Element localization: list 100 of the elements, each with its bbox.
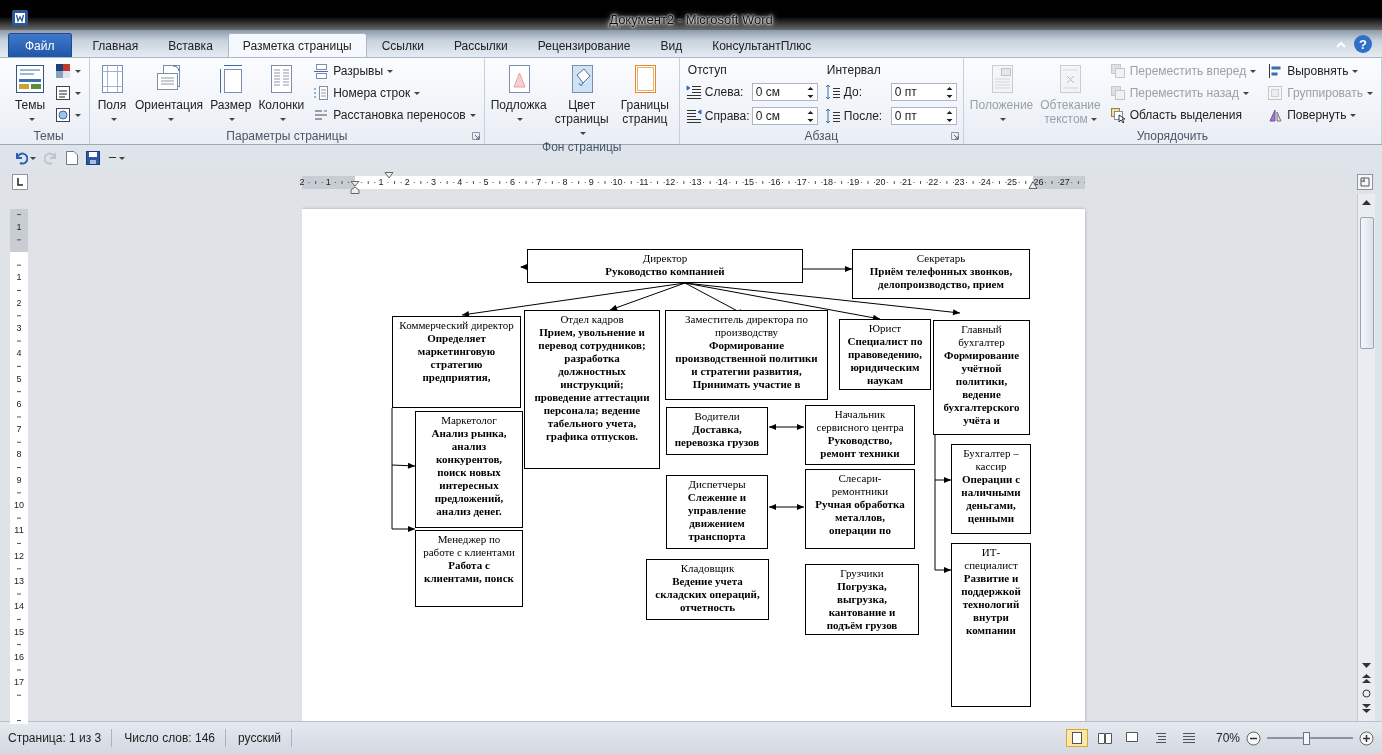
ribbon-button[interactable]: Размер: [208, 61, 254, 127]
ribbon-button[interactable]: Цвет страницы: [551, 61, 612, 140]
browse-object-icon[interactable]: [1362, 689, 1371, 698]
ribbon-tab[interactable]: Рецензирование: [522, 33, 646, 57]
rotate-icon: [1267, 107, 1284, 123]
spin-field[interactable]: 0 пт: [890, 107, 957, 125]
toolbar-button[interactable]: [84, 149, 102, 166]
caret-icon: [1367, 91, 1373, 95]
field-label: После:: [843, 109, 884, 123]
outline-icon: [1153, 732, 1168, 744]
ribbon-tab[interactable]: КонсультантПлюс: [697, 33, 827, 57]
view-button[interactable]: [1065, 729, 1088, 747]
ribbon-tab[interactable]: Рассылки: [438, 33, 523, 57]
ribbon-button[interactable]: Подложка: [488, 61, 549, 140]
box-description: Анализ рынка, анализ конкурентов, поиск новых интересных предложений, анализ денег.: [430, 427, 508, 518]
ribbon-button[interactable]: [53, 105, 83, 125]
ruler-number: 16: [770, 175, 781, 189]
vertical-scrollbar[interactable]: [1357, 194, 1375, 721]
layers-icon: [1109, 63, 1126, 79]
next-page-icon[interactable]: [1362, 704, 1371, 713]
ribbon-button[interactable]: Расстановка переносов: [311, 105, 478, 125]
ruler-number: 24: [980, 175, 991, 189]
ribbon-tab[interactable]: Вид: [645, 33, 698, 57]
ribbon-tab[interactable]: Вставка: [153, 33, 228, 57]
ruler-number: 12: [665, 175, 676, 189]
previous-page-icon[interactable]: [1362, 674, 1371, 683]
ribbon-button[interactable]: [53, 83, 83, 103]
zoom-in-icon[interactable]: [1359, 730, 1374, 746]
spin-field[interactable]: 0 см: [751, 83, 818, 101]
page-break-icon: [313, 63, 330, 79]
scroll-thumb[interactable]: [1359, 217, 1374, 349]
align-icon: [1267, 63, 1284, 79]
box-title: Директор: [642, 252, 688, 265]
spin-field[interactable]: 0 см: [751, 107, 818, 125]
ribbon-tab[interactable]: Файл: [8, 33, 72, 57]
print-layout-icon: [1069, 732, 1084, 744]
indent-marker-icon[interactable]: [350, 180, 360, 194]
box-description: Формирование учётной политики, ведение бухгалтерского учёта и: [942, 349, 1021, 427]
box-title: Кладовщик: [680, 562, 735, 575]
dialog-launcher-icon[interactable]: [471, 132, 480, 140]
ribbon-button[interactable]: Область выделения: [1107, 105, 1259, 125]
ribbon-tab[interactable]: Разметка страницы: [227, 33, 367, 57]
ruler-number: 1: [15, 271, 23, 284]
ribbon-button[interactable]: Темы: [12, 61, 48, 127]
ribbon-button[interactable]: Повернуть: [1265, 105, 1375, 125]
ruler-number: 2: [298, 175, 306, 189]
ruler-number: 10: [13, 499, 25, 511]
ribbon-button[interactable]: Ориентация: [133, 61, 206, 127]
ruler-number: 1: [324, 175, 332, 189]
caret-icon: [75, 113, 81, 117]
box-title: Диспетчеры: [688, 478, 746, 491]
ruler-toggle-icon[interactable]: [1357, 174, 1373, 190]
spin-field[interactable]: 0 пт: [890, 83, 957, 101]
ruler-number: 7: [15, 423, 23, 436]
box-title: Коммерческий директор: [399, 319, 514, 332]
group-label: Темы: [33, 128, 64, 143]
ruler-number: 14: [717, 175, 728, 189]
draft-icon: [1181, 732, 1196, 744]
box-title: Отдел кадров: [560, 313, 624, 326]
box-description: Развитие и поддержкой технологий внутри компании: [960, 572, 1022, 637]
scroll-down-icon[interactable]: [1362, 663, 1371, 668]
tab-stop-icon[interactable]: [12, 174, 28, 190]
scroll-up-icon[interactable]: [1362, 200, 1371, 205]
ribbon-button[interactable]: Выровнять: [1265, 61, 1375, 81]
ruler-number: 20: [875, 175, 886, 189]
ruler-number: 1: [377, 175, 385, 189]
toolbar-button[interactable]: [106, 154, 127, 161]
ruler-number: 19: [849, 175, 860, 189]
numbered-lines-icon: [313, 85, 330, 101]
ruler-number: 6: [15, 397, 23, 410]
word-logo-icon: [12, 10, 28, 26]
ruler-number: 11: [638, 175, 649, 189]
ruler-number: 21: [901, 175, 912, 189]
ribbon-tab[interactable]: Ссылки: [366, 33, 439, 57]
help-button[interactable]: ?: [1354, 35, 1372, 53]
box-title: ИТ-специалист: [963, 546, 1019, 572]
caret-icon: [229, 118, 236, 122]
group-label: Параметры страницы: [226, 128, 348, 143]
section-heading: Интервал: [825, 62, 882, 79]
ribbon-button[interactable]: [53, 61, 83, 81]
ribbon-button[interactable]: Номера строк: [311, 83, 478, 103]
box-description: Специалист по правоведению, юридическим наукам: [846, 335, 924, 387]
caret-icon: [469, 113, 476, 117]
dialog-launcher-icon[interactable]: [950, 132, 959, 140]
box-description: Работа с клиентами, поиск: [423, 559, 515, 585]
box-title: Менеджер по работе с клиентами: [422, 533, 516, 559]
ruler-number: 18: [823, 175, 833, 189]
ruler-number: 22: [928, 175, 939, 189]
ruler-number: 15: [13, 625, 25, 638]
caret-icon: [119, 157, 125, 160]
ribbon-button[interactable]: Разрывы: [311, 61, 478, 81]
ribbon-tab[interactable]: Главная: [77, 33, 154, 57]
ruler-number: 5: [15, 372, 23, 385]
slider-thumb[interactable]: [1302, 731, 1310, 745]
ribbon-button[interactable]: Поля: [94, 61, 130, 127]
ribbon-button[interactable]: Границы страниц: [614, 61, 675, 140]
group-label: Упорядочить: [1136, 128, 1209, 143]
ribbon-button[interactable]: Колонки: [256, 61, 307, 127]
zoom-out-icon[interactable]: [1246, 730, 1261, 746]
zoom-level[interactable]: 70%: [1215, 731, 1240, 745]
